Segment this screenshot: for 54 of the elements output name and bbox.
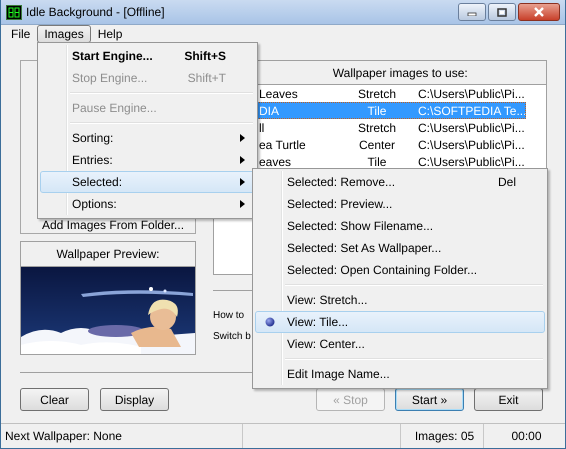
menu-item[interactable]: Entries: (40, 149, 255, 171)
push-button[interactable]: Start » (395, 388, 464, 411)
menu-item[interactable]: Options: (40, 193, 255, 215)
maximize-button[interactable] (488, 3, 516, 21)
close-icon (533, 7, 545, 17)
menu-item[interactable]: Selected: Preview... (255, 193, 545, 215)
push-button[interactable]: Display (100, 388, 169, 411)
push-button[interactable]: Clear (20, 388, 89, 411)
menu-item[interactable]: File (4, 25, 38, 43)
menu-item[interactable]: View: Tile... (255, 311, 545, 333)
image-name: ll (259, 120, 266, 134)
menu-item[interactable]: View: Stretch... (255, 289, 545, 311)
file-path: C:\Users\Public\Pi... (418, 154, 525, 168)
view-mode: Center (358, 138, 396, 152)
status-pane: 00:00 (510, 428, 543, 445)
menu-item[interactable]: Selected: Set As Wallpaper... (255, 237, 545, 259)
app-icon (6, 4, 22, 20)
menu-item[interactable]: Selected: Remove... Del (255, 171, 545, 193)
menu-item[interactable]: Start Engine... Shift+S (40, 45, 255, 67)
menu-item[interactable]: Selected: Open Containing Folder... (255, 259, 545, 281)
window-title: Idle Background - [Offline] (26, 5, 166, 19)
menu-item[interactable]: Selected: (40, 171, 255, 193)
view-mode: Tile (366, 104, 388, 118)
menu-item[interactable]: Sorting: (40, 127, 255, 149)
option-label: How to (213, 310, 244, 321)
file-path: C:\Users\Public\Pi... (418, 138, 525, 152)
image-name: ea Turtle (259, 138, 307, 152)
close-button[interactable] (518, 3, 560, 21)
option-label: Switch b (213, 331, 251, 342)
status-pane: Images: 05 (401, 424, 484, 448)
submenu-arrow-icon (240, 178, 245, 186)
image-name: eaves (259, 154, 292, 168)
push-button[interactable]: Exit (474, 388, 543, 411)
submenu-arrow-icon (240, 134, 245, 142)
view-mode: Stretch (356, 120, 397, 134)
file-path: C:\Users\Public\Pi... (418, 86, 525, 100)
status-pane: Next Wallpaper: None (1, 424, 243, 448)
menu-item[interactable]: Selected: Show Filename... (255, 215, 545, 237)
file-path: C:\SOFTPEDIA Te... (418, 104, 526, 118)
menu-item[interactable]: Images (37, 25, 91, 43)
file-path: C:\Users\Public\Pi... (418, 120, 525, 134)
maximize-icon (497, 8, 507, 16)
minimize-button[interactable] (458, 3, 486, 21)
view-mode: Stretch (356, 86, 397, 100)
menu-item[interactable]: View: Center... (255, 333, 545, 355)
image-name: DIA (259, 104, 280, 118)
menu-item[interactable]: Edit Image Name... (255, 363, 545, 385)
add-images-label[interactable]: Add Images From Folder... (42, 218, 184, 232)
image-name: Leaves (259, 86, 299, 100)
preview-title: Wallpaper Preview: (21, 242, 195, 267)
submenu-arrow-icon (240, 200, 245, 208)
menu-item[interactable]: Help (90, 25, 130, 43)
submenu-arrow-icon (240, 156, 245, 164)
view-mode: Tile (366, 154, 388, 168)
